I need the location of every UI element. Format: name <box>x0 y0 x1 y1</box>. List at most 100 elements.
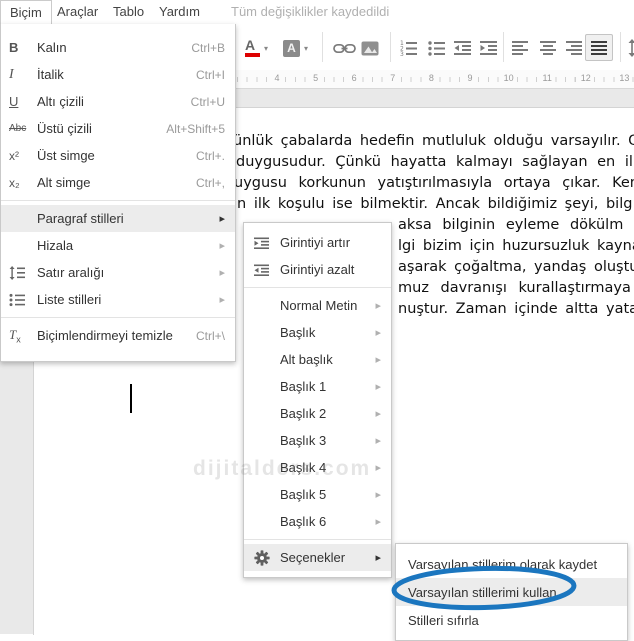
submenu-arrow-icon: ▸ <box>219 239 225 252</box>
subscript-icon: x₂ <box>9 176 37 190</box>
align-center-button[interactable] <box>540 36 557 60</box>
menu-separator <box>244 539 391 540</box>
menu-item-normal-text[interactable]: Normal Metin ▸ <box>244 292 391 319</box>
justify-button[interactable] <box>585 34 613 61</box>
submenu-arrow-icon: ▸ <box>375 551 381 564</box>
menu-item-label: Biçimlendirmeyi temizle <box>37 328 188 343</box>
menu-item-label: Alt simge <box>37 175 188 190</box>
menu-item-decrease-indent[interactable]: Girintiyi azalt <box>244 256 391 283</box>
submenu-arrow-icon: ▸ <box>375 407 381 420</box>
svg-text:3: 3 <box>400 51 404 56</box>
menu-item-list-styles[interactable]: Liste stilleri ▸ <box>1 286 235 313</box>
insert-link-button[interactable] <box>333 36 356 60</box>
toolbar-separator <box>620 32 621 62</box>
menu-item-label: Girintiyi artır <box>280 235 381 250</box>
menu-item-superscript[interactable]: x² Üst simge Ctrl+. <box>1 142 235 169</box>
align-right-button[interactable] <box>566 36 583 60</box>
increase-indent-button[interactable] <box>480 36 498 60</box>
menu-item-label: Satır aralığı <box>37 265 211 280</box>
submenu-arrow-icon: ▸ <box>375 461 381 474</box>
menu-item-clear-formatting[interactable]: Tx Biçimlendirmeyi temizle Ctrl+\ <box>1 322 235 349</box>
ruler-number: 10 <box>502 73 516 83</box>
menu-item-label: Hizala <box>37 238 211 253</box>
shortcut-label: Alt+Shift+5 <box>166 122 225 136</box>
line-spacing-icon <box>9 266 37 280</box>
text-color-button[interactable]: A ▾ <box>245 36 268 60</box>
menu-item-label: Başlık 6 <box>280 514 367 529</box>
menu-araclar[interactable]: Araçlar <box>48 0 107 23</box>
insert-image-button[interactable] <box>361 36 379 60</box>
menu-item-heading-5[interactable]: Başlık 5 ▸ <box>244 481 391 508</box>
ruler-number: 13 <box>617 73 631 83</box>
chevron-down-icon: ▾ <box>304 44 308 53</box>
document-text-line: aksa bilginin eyleme dökülm <box>398 217 623 233</box>
menu-item-reset-styles[interactable]: Stilleri sıfırla <box>396 606 627 634</box>
justify-icon <box>591 40 608 56</box>
decrease-indent-button[interactable] <box>454 36 472 60</box>
submenu-arrow-icon: ▸ <box>375 380 381 393</box>
menu-item-heading-6[interactable]: Başlık 6 ▸ <box>244 508 391 535</box>
menu-item-label: Alt başlık <box>280 352 367 367</box>
menu-item-save-as-default-styles[interactable]: Varsayılan stillerim olarak kaydet <box>396 550 627 578</box>
italic-icon: I <box>9 67 37 83</box>
menu-item-heading-3[interactable]: Başlık 3 ▸ <box>244 427 391 454</box>
menu-item-label: Başlık 3 <box>280 433 367 448</box>
ruler-number: 12 <box>579 73 593 83</box>
menu-item-options[interactable]: Seçenekler ▸ <box>244 544 391 571</box>
menu-yardim[interactable]: Yardım <box>150 0 209 23</box>
menu-bicim[interactable]: Biçim <box>0 0 52 24</box>
menu-item-heading-4[interactable]: Başlık 4 ▸ <box>244 454 391 481</box>
menu-item-line-spacing[interactable]: Satır aralığı ▸ <box>1 259 235 286</box>
submenu-arrow-icon: ▸ <box>375 326 381 339</box>
menu-item-paragraph-styles[interactable]: Paragraf stilleri ▸ <box>1 205 235 232</box>
shortcut-label: Ctrl+, <box>196 176 225 190</box>
bulleted-list-button[interactable] <box>428 36 446 60</box>
menu-item-label: Stilleri sıfırla <box>408 613 615 628</box>
menu-item-label: Varsayılan stillerimi kullan <box>408 585 615 600</box>
document-text-line: duygusudur. Çünkü hayatta kalmayı sağlay… <box>236 154 634 170</box>
ruler-number: 4 <box>272 73 281 83</box>
bulleted-list-icon <box>428 40 446 56</box>
menu-item-heading-2[interactable]: Başlık 2 ▸ <box>244 400 391 427</box>
toolbar-separator <box>390 32 391 62</box>
menu-separator <box>244 287 391 288</box>
shortcut-label: Ctrl+B <box>191 41 225 55</box>
link-icon <box>333 42 356 55</box>
menu-item-strikethrough[interactable]: Abc Üstü çizili Alt+Shift+5 <box>1 115 235 142</box>
menu-item-heading-1[interactable]: Başlık 1 ▸ <box>244 373 391 400</box>
submenu-arrow-icon: ▸ <box>375 353 381 366</box>
document-text-line: muz davranışı kurallaştırmaya g <box>398 280 634 296</box>
numbered-list-button[interactable]: 1 2 3 <box>400 36 418 60</box>
text-color-icon: A <box>245 39 260 57</box>
menu-bar: Biçim Araçlar Tablo Yardım Tüm değişikli… <box>0 0 634 24</box>
shortcut-label: Ctrl+I <box>196 68 225 82</box>
decrease-indent-icon <box>254 264 280 276</box>
menu-item-align[interactable]: Hizala ▸ <box>1 232 235 259</box>
highlight-color-button[interactable]: A ▾ <box>283 36 308 60</box>
submenu-arrow-icon: ▸ <box>375 434 381 447</box>
shortcut-label: Ctrl+\ <box>196 329 225 343</box>
menu-item-use-my-default-styles[interactable]: Varsayılan stillerimi kullan <box>396 578 627 606</box>
menu-item-italic[interactable]: I İtalik Ctrl+I <box>1 61 235 88</box>
ruler-number: 9 <box>465 73 474 83</box>
submenu-arrow-icon: ▸ <box>375 515 381 528</box>
menu-item-subscript[interactable]: x₂ Alt simge Ctrl+, <box>1 169 235 196</box>
ruler-number: 8 <box>427 73 436 83</box>
menu-tablo[interactable]: Tablo <box>104 0 153 23</box>
line-spacing-button[interactable] <box>626 36 634 60</box>
underline-icon: U <box>9 94 37 109</box>
menu-item-label: Başlık 2 <box>280 406 367 421</box>
bold-icon: B <box>9 40 37 55</box>
menu-item-label: Başlık 5 <box>280 487 367 502</box>
menu-item-label: Varsayılan stillerim olarak kaydet <box>408 557 615 572</box>
menu-item-underline[interactable]: U Altı çizili Ctrl+U <box>1 88 235 115</box>
menu-item-title[interactable]: Başlık ▸ <box>244 319 391 346</box>
text-cursor <box>130 384 132 413</box>
menu-separator <box>1 200 235 201</box>
menu-item-subtitle[interactable]: Alt başlık ▸ <box>244 346 391 373</box>
menu-item-bold[interactable]: B Kalın Ctrl+B <box>1 34 235 61</box>
menu-item-increase-indent[interactable]: Girintiyi artır <box>244 229 391 256</box>
menu-separator <box>1 317 235 318</box>
save-status: Tüm değişiklikler kaydedildi <box>231 0 389 23</box>
align-left-button[interactable] <box>512 36 529 60</box>
